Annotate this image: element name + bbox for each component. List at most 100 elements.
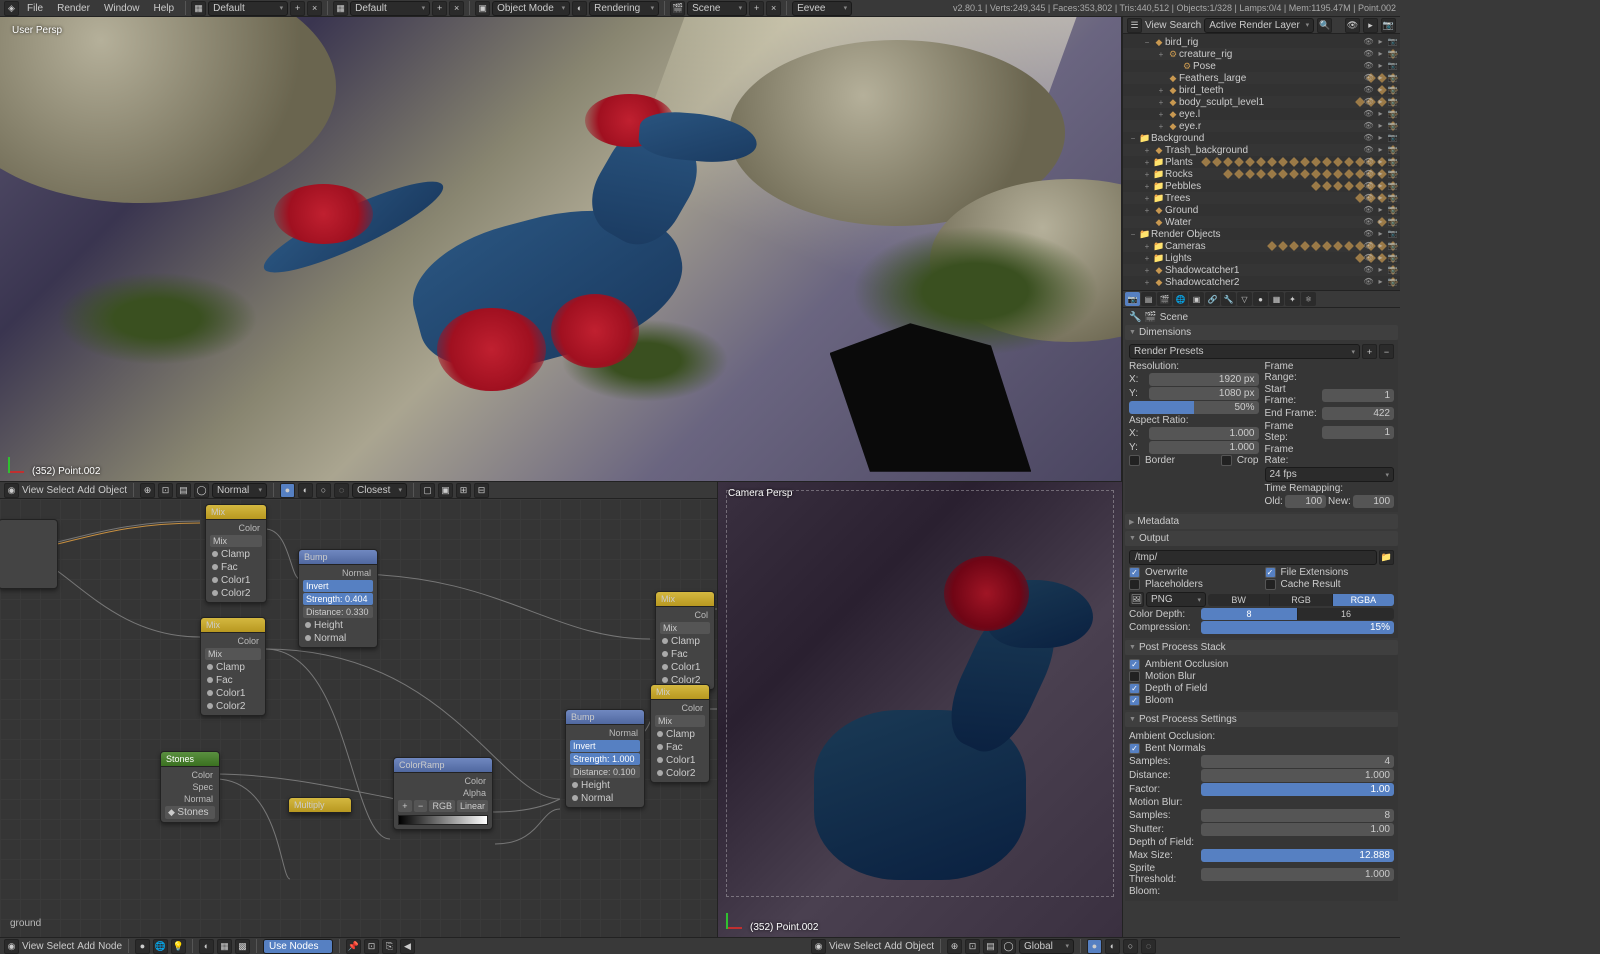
mode-dropdown[interactable]: Object Mode (492, 1, 570, 16)
ne-closest-dropdown[interactable]: Closest (352, 483, 407, 498)
outliner-row[interactable]: +📁Lights👁▸📷 (1123, 252, 1400, 264)
outliner-row[interactable]: +◆eye.r👁▸📷 (1123, 120, 1400, 132)
panel-dimensions-header[interactable]: Dimensions (1125, 325, 1398, 340)
ne-shade1-icon[interactable]: ● (280, 483, 295, 498)
sb-pivot2-icon[interactable]: ⊕ (947, 939, 962, 954)
blender-icon[interactable]: ◈ (4, 1, 19, 16)
sb-prop2-icon[interactable]: ◯ (1001, 939, 1016, 954)
chk-placeholders[interactable] (1129, 579, 1140, 590)
sb-tree2-icon[interactable]: 🌐 (153, 939, 168, 954)
chk-overwrite[interactable] (1129, 567, 1140, 578)
editor-type2-icon[interactable]: ◉ (4, 939, 19, 954)
node-mix4[interactable]: Mix Color Mix Clamp Fac Color1 Color2 (650, 684, 710, 783)
outliner-row[interactable]: −📁Render Objects👁▸📷 (1123, 228, 1400, 240)
sb-tex-icon[interactable]: ▩ (235, 939, 250, 954)
sb-tree1-icon[interactable]: ● (135, 939, 150, 954)
del-layout2-icon[interactable]: × (449, 1, 464, 16)
dof-sprite[interactable]: 1.000 (1201, 868, 1394, 881)
node-multiply[interactable]: Multiply (288, 797, 352, 814)
layout2-icon[interactable]: ▦ (333, 1, 348, 16)
outliner-row[interactable]: ◆Water👁▸📷 (1123, 216, 1400, 228)
outliner-row[interactable]: +📁Pebbles👁▸📷 (1123, 180, 1400, 192)
ne-ex2-icon[interactable]: ▣ (438, 483, 453, 498)
outliner-tree[interactable]: −◆bird_rig👁▸📷+⚙creature_rig👁▸📷⚙Pose👁▸📷◆F… (1123, 34, 1400, 290)
sb-snap2-icon[interactable]: ⊡ (364, 939, 379, 954)
sb-shade5-icon[interactable]: ● (1087, 939, 1102, 954)
panel-metadata-header[interactable]: Metadata (1125, 514, 1398, 529)
node-mix1[interactable]: Mix Color Mix Clamp Fac Color1 Color2 (205, 504, 267, 603)
tab-world[interactable]: 🌐 (1173, 292, 1188, 306)
browse-icon[interactable]: 📁 (1379, 550, 1394, 565)
chk-fileext[interactable] (1265, 567, 1276, 578)
sb-select2[interactable]: Select (854, 941, 882, 952)
sb-layers2-icon[interactable]: ▤ (983, 939, 998, 954)
remap-new[interactable]: 100 (1353, 495, 1394, 508)
ne-add[interactable]: Add (77, 485, 95, 496)
chk-bentnormals[interactable] (1129, 743, 1140, 754)
outliner-row[interactable]: +◆Trash_background👁▸📷 (1123, 144, 1400, 156)
node-mix3[interactable]: Mix Col Mix Clamp Fac Color1 Color2 (655, 591, 715, 690)
outliner-row[interactable]: +📁Trees👁▸📷 (1123, 192, 1400, 204)
sb-add2[interactable]: Add (884, 941, 902, 952)
add-layout2-icon[interactable]: + (432, 1, 447, 16)
outliner-row[interactable]: +◆bird_teeth👁▸📷 (1123, 84, 1400, 96)
ne-snap-icon[interactable]: ⊡ (158, 483, 173, 498)
outliner-row[interactable]: +📁Cameras👁▸📷 (1123, 240, 1400, 252)
sb-shade8-icon[interactable]: ◌ (1141, 939, 1156, 954)
chk-dof[interactable] (1129, 683, 1140, 694)
sb-copy-icon[interactable]: ⎘ (382, 939, 397, 954)
mb-samples[interactable]: 8 (1201, 809, 1394, 822)
del-scene-icon[interactable]: × (766, 1, 781, 16)
node-editor[interactable]: ◉ View Select Add Object ⊕ ⊡ ▤ ◯ Normal … (0, 482, 718, 937)
sb-pin-icon[interactable]: 📌 (346, 939, 361, 954)
preset-del-icon[interactable]: − (1379, 344, 1394, 359)
sb-view[interactable]: View (22, 941, 44, 952)
outliner-row[interactable]: +◆body_sculpt_level1👁▸📷 (1123, 96, 1400, 108)
panel-ppset-header[interactable]: Post Process Settings (1125, 712, 1398, 727)
ao-distance[interactable]: 1.000 (1201, 769, 1394, 782)
out-sel-icon[interactable]: ▸ (1363, 18, 1378, 33)
dof-maxsize[interactable]: 12.888 (1201, 849, 1394, 862)
sb-back-icon[interactable]: ◀ (400, 939, 415, 954)
node-bump1[interactable]: Bump Normal Invert Strength: 0.404 Dista… (298, 549, 378, 648)
tab-layers[interactable]: ▤ (1141, 292, 1156, 306)
panel-pps-header[interactable]: Post Process Stack (1125, 640, 1398, 655)
sb-object2[interactable]: Object (905, 941, 934, 952)
add-layout-icon[interactable]: + (290, 1, 305, 16)
output-path[interactable]: /tmp/ (1129, 550, 1377, 565)
out-search[interactable]: Search (1170, 20, 1202, 31)
sb-add[interactable]: Add (77, 941, 95, 952)
menu-render[interactable]: Render (51, 1, 96, 16)
res-x[interactable]: 1920 px (1149, 373, 1259, 386)
scene-dropdown[interactable]: Scene (687, 1, 747, 16)
outliner-display-dropdown[interactable]: Active Render Layer (1204, 18, 1314, 33)
tab-object[interactable]: ▣ (1189, 292, 1204, 306)
node-stones[interactable]: Stones Color Spec Normal ◆ Stones (160, 751, 220, 823)
add-scene-icon[interactable]: + (749, 1, 764, 16)
ao-samples[interactable]: 4 (1201, 755, 1394, 768)
tab-constraints[interactable]: 🔗 (1205, 292, 1220, 306)
sb-view2[interactable]: View (829, 941, 851, 952)
out-filter-icon[interactable]: 🔍 (1317, 18, 1332, 33)
ne-select[interactable]: Select (47, 485, 75, 496)
sb-comp-icon[interactable]: ▦ (217, 939, 232, 954)
out-view[interactable]: View (1145, 20, 1167, 31)
chk-border[interactable] (1129, 455, 1140, 466)
ne-ex3-icon[interactable]: ⊞ (456, 483, 471, 498)
tab-material[interactable]: ● (1253, 292, 1268, 306)
outliner-row[interactable]: +📁Plants👁▸📷 (1123, 156, 1400, 168)
ne-object[interactable]: Object (98, 485, 127, 496)
sb-shader-icon[interactable]: ◐ (199, 939, 214, 954)
camera-view[interactable]: Camera Persp (352) Point.002 (718, 482, 1122, 937)
color-depth-seg[interactable]: 816 (1201, 608, 1394, 620)
outliner-row[interactable]: +◆eye.l👁▸📷 (1123, 108, 1400, 120)
start-frame[interactable]: 1 (1322, 389, 1395, 402)
outliner-row[interactable]: −📁Background👁▸📷 (1123, 132, 1400, 144)
tab-texture[interactable]: ▦ (1269, 292, 1284, 306)
out-vis-icon[interactable]: 👁 (1345, 18, 1360, 33)
workspace-icon[interactable]: ▦ (191, 1, 206, 16)
chk-ao[interactable] (1129, 659, 1140, 670)
use-nodes-toggle[interactable]: Use Nodes (263, 939, 333, 954)
outliner-row[interactable]: +◆Ground👁▸📷 (1123, 204, 1400, 216)
aspect-x[interactable]: 1.000 (1149, 427, 1259, 440)
